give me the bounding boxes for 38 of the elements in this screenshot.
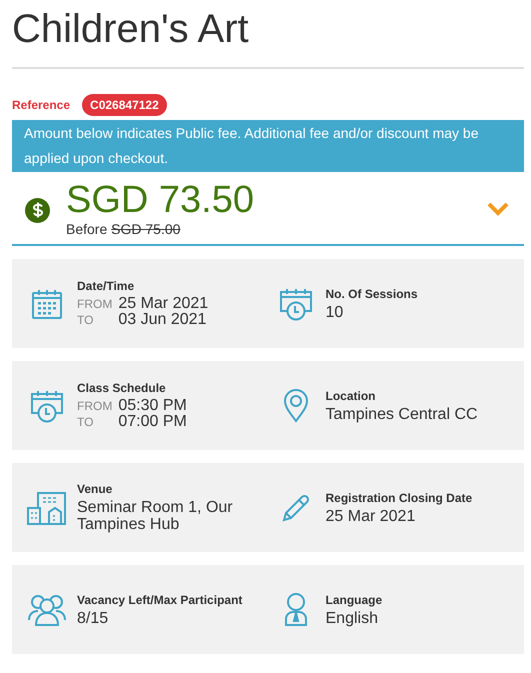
info-value: Seminar Room 1, Our Tampines Hub — [77, 499, 234, 533]
info-label: Vacancy Left/Max Participant — [77, 592, 242, 608]
info-value: 25 Mar 2021 — [118, 296, 208, 312]
calendar-icon — [31, 288, 63, 320]
calendar-clock-icon — [278, 286, 312, 320]
person-icon — [284, 592, 308, 626]
info-value: 03 Jun 2021 — [118, 312, 208, 328]
reference-code: C026847122 — [82, 94, 167, 116]
from-label: FROM — [77, 399, 112, 413]
location-pin-icon — [282, 388, 308, 422]
to-label: TO — [77, 313, 94, 327]
info-value: 05:30 PM — [118, 398, 187, 414]
info-label: Class Schedule — [77, 381, 167, 396]
original-fee: Before SGD 75.00 — [66, 220, 182, 238]
info-value: English — [326, 610, 379, 626]
info-label: Location — [326, 388, 376, 404]
info-value: Tampines Central CC — [326, 406, 478, 422]
to-label: TO — [77, 415, 94, 429]
page-title: Children's Art — [12, 6, 250, 53]
info-value: 8/15 — [77, 610, 110, 626]
info-label: Date/Time — [77, 279, 136, 294]
info-value: 10 — [326, 304, 344, 320]
fee-notice: Amount below indicates Public fee. Additional fee and/or discount may be applied upon checkout. — [12, 120, 524, 172]
people-icon — [27, 594, 67, 626]
chevron-icon[interactable] — [486, 200, 510, 218]
info-value: 25 Mar 2021 — [326, 508, 416, 524]
info-label: No. Of Sessions — [326, 286, 418, 302]
buildings-icon — [27, 490, 67, 524]
info-label: Language — [326, 592, 382, 608]
info-label: Registration Closing Date — [326, 490, 472, 506]
dollar-icon — [25, 198, 50, 222]
info-value: 07:00 PM — [118, 414, 187, 430]
fee-amount: SGD 73.50 — [66, 180, 255, 220]
calendar-clock-icon — [30, 388, 64, 422]
info-label: Venue — [77, 482, 114, 497]
reference-label: Reference — [12, 98, 70, 112]
from-label: FROM — [77, 297, 112, 311]
pencil-icon — [280, 492, 310, 522]
